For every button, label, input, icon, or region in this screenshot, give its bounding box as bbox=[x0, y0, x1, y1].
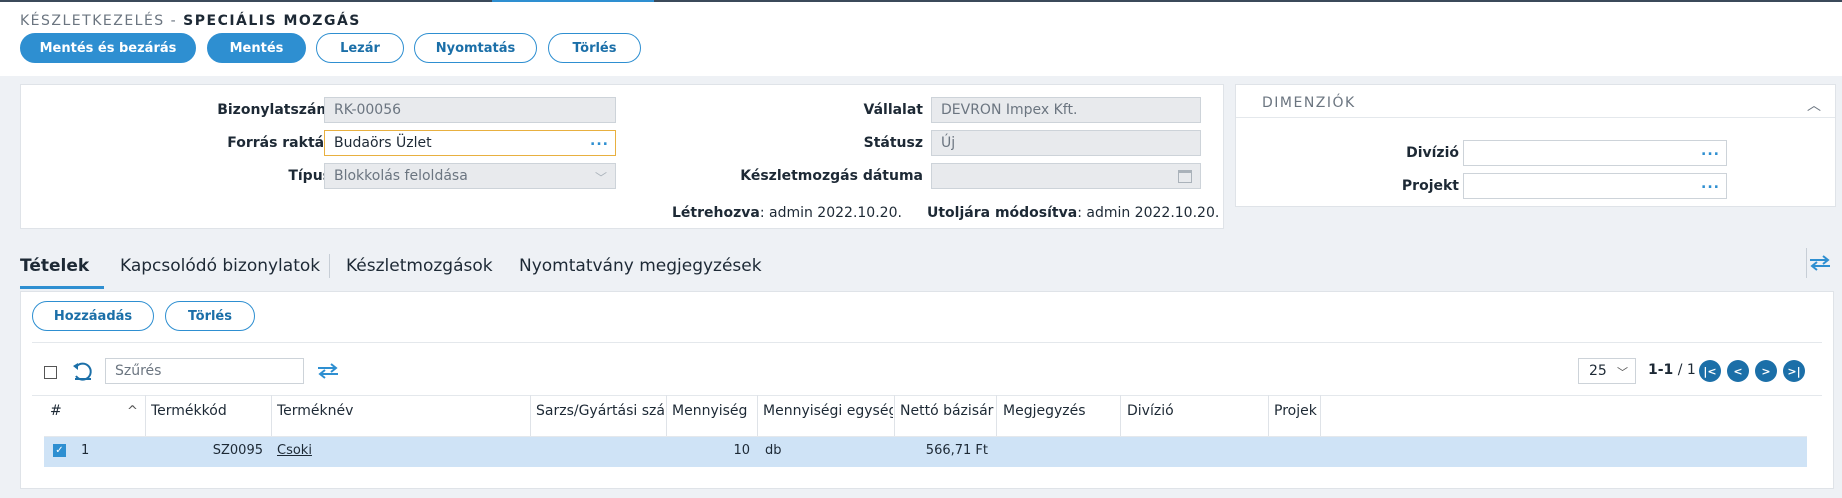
source-warehouse-label: Forrás raktár bbox=[227, 135, 331, 151]
tab-separator bbox=[329, 254, 330, 278]
tab-bar-separator bbox=[1806, 248, 1807, 278]
col-header-number[interactable]: # bbox=[50, 403, 62, 419]
refresh-icon[interactable] bbox=[72, 362, 94, 382]
add-item-button[interactable]: Hozzáadás bbox=[32, 301, 154, 331]
select-all-checkbox[interactable] bbox=[44, 366, 57, 379]
swap-arrows-icon[interactable] bbox=[316, 362, 340, 380]
page-info: 1-1 / 1 bbox=[1648, 362, 1696, 378]
col-header-unit[interactable]: Mennyiségi egység bbox=[763, 403, 893, 419]
movement-date-field[interactable] bbox=[931, 163, 1201, 189]
last-page-icon[interactable]: >| bbox=[1783, 360, 1805, 382]
division-label: Divízió bbox=[1406, 145, 1459, 161]
grid-toolbar-divider bbox=[32, 342, 1822, 343]
status-field[interactable]: Új bbox=[931, 130, 1201, 156]
delete-item-button[interactable]: Törlés bbox=[165, 301, 255, 331]
row-quantity: 10 bbox=[733, 443, 750, 458]
dimensions-title: DIMENZIÓK bbox=[1262, 95, 1356, 111]
page-header: KÉSZLETKEZELÉS - SPECIÁLIS MOZGÁS Mentés… bbox=[0, 2, 1842, 76]
filter-input[interactable]: Szűrés bbox=[105, 358, 304, 384]
chevron-down-icon: ﹀ bbox=[594, 171, 607, 185]
delete-button[interactable]: Törlés bbox=[548, 33, 641, 63]
row-product-code: SZ0095 bbox=[212, 443, 263, 458]
row-unit: db bbox=[765, 443, 782, 458]
created-value: : admin 2022.10.20. bbox=[759, 205, 902, 221]
page-range: 1-1 bbox=[1648, 362, 1674, 378]
row-net-price: 566,71 Ft bbox=[925, 443, 988, 458]
lookup-dots-icon[interactable]: ... bbox=[590, 133, 609, 149]
doc-number-label: Bizonylatszám bbox=[217, 102, 331, 118]
type-select-value: Blokkolás feloldása bbox=[334, 168, 468, 184]
col-header-batch[interactable]: Sarzs/Gyártási szá bbox=[536, 403, 665, 419]
tab-stock-movements[interactable]: Készletmozgások bbox=[346, 256, 493, 276]
page-size-value: 25 bbox=[1589, 363, 1607, 379]
page-title-prefix: KÉSZLETKEZELÉS - bbox=[20, 13, 178, 29]
col-header-net-price[interactable]: Nettó bázisár bbox=[900, 403, 995, 419]
doc-number-field[interactable]: RK-00056 bbox=[324, 97, 616, 123]
calendar-icon[interactable] bbox=[1178, 170, 1192, 183]
source-warehouse-field[interactable]: Budaörs Üzlet ... bbox=[324, 130, 616, 156]
tab-print-notes[interactable]: Nyomtatvány megjegyzések bbox=[519, 256, 762, 276]
col-header-note[interactable]: Megjegyzés bbox=[1003, 403, 1118, 419]
page-size-select[interactable]: 25 ﹀ bbox=[1578, 358, 1636, 384]
chevron-down-icon: ﹀ bbox=[1617, 366, 1628, 379]
type-select[interactable]: Blokkolás feloldása ﹀ bbox=[324, 163, 616, 189]
company-label: Vállalat bbox=[863, 102, 924, 118]
first-page-icon[interactable]: |< bbox=[1699, 360, 1721, 382]
col-header-quantity[interactable]: Mennyiség bbox=[672, 403, 757, 419]
col-header-product-name[interactable]: Terméknév bbox=[277, 403, 527, 419]
tab-items[interactable]: Tételek bbox=[20, 256, 89, 276]
modified-info: Utoljára módosítva: admin 2022.10.20. bbox=[927, 205, 1219, 221]
company-field[interactable]: DEVRON Impex Kft. bbox=[931, 97, 1201, 123]
status-label: Státusz bbox=[863, 135, 923, 151]
dimensions-divider bbox=[1236, 117, 1835, 118]
page-title: KÉSZLETKEZELÉS - SPECIÁLIS MOZGÁS bbox=[20, 13, 361, 29]
created-info: Létrehozva: admin 2022.10.20. bbox=[672, 205, 902, 221]
col-header-division[interactable]: Divízió bbox=[1127, 403, 1262, 419]
document-form-panel: Bizonylatszám RK-00056 Forrás raktár Bud… bbox=[20, 84, 1224, 229]
project-lookup-dots-icon[interactable]: ... bbox=[1701, 176, 1720, 192]
previous-page-icon[interactable]: < bbox=[1727, 360, 1749, 382]
save-button[interactable]: Mentés bbox=[207, 33, 306, 63]
project-field[interactable]: ... bbox=[1463, 173, 1727, 199]
save-and-close-button[interactable]: Mentés és bezárás bbox=[20, 33, 196, 63]
source-warehouse-value: Budaörs Üzlet bbox=[334, 135, 432, 151]
division-lookup-dots-icon[interactable]: ... bbox=[1701, 143, 1720, 159]
row-checkbox[interactable]: ✓ bbox=[53, 444, 66, 457]
project-label: Projekt bbox=[1401, 178, 1459, 194]
division-field[interactable]: ... bbox=[1463, 140, 1727, 166]
next-page-icon[interactable]: > bbox=[1755, 360, 1777, 382]
tab-related-documents[interactable]: Kapcsolódó bizonylatok bbox=[120, 256, 320, 276]
dimensions-panel: DIMENZIÓK ︿ Divízió ... Projekt ... bbox=[1235, 84, 1836, 207]
col-header-product-code[interactable]: Termékkód bbox=[151, 403, 269, 419]
sort-chevron-up-icon[interactable]: ^ bbox=[127, 404, 138, 419]
modified-value: : admin 2022.10.20. bbox=[1077, 205, 1220, 221]
page-total: / 1 bbox=[1673, 362, 1696, 378]
row-number: 1 bbox=[81, 443, 90, 458]
col-header-project[interactable]: Projek bbox=[1274, 403, 1319, 419]
tab-bar: Tételek Kapcsolódó bizonylatok Készletmo… bbox=[0, 248, 1842, 292]
grid-header-top-border bbox=[32, 395, 1822, 396]
page-title-main: SPECIÁLIS MOZGÁS bbox=[183, 13, 361, 29]
modified-label: Utoljára módosítva bbox=[927, 205, 1078, 221]
created-label: Létrehozva bbox=[672, 205, 760, 221]
swap-arrows-icon[interactable] bbox=[1808, 254, 1832, 272]
collapse-chevron-up-icon[interactable]: ︿ bbox=[1807, 95, 1821, 115]
close-document-button[interactable]: Lezár bbox=[316, 33, 404, 63]
movement-date-label: Készletmozgás dátuma bbox=[740, 168, 923, 184]
print-button[interactable]: Nyomtatás bbox=[414, 33, 537, 63]
active-tab-underline bbox=[20, 286, 104, 289]
row-product-name-link[interactable]: Csoki bbox=[277, 443, 312, 458]
